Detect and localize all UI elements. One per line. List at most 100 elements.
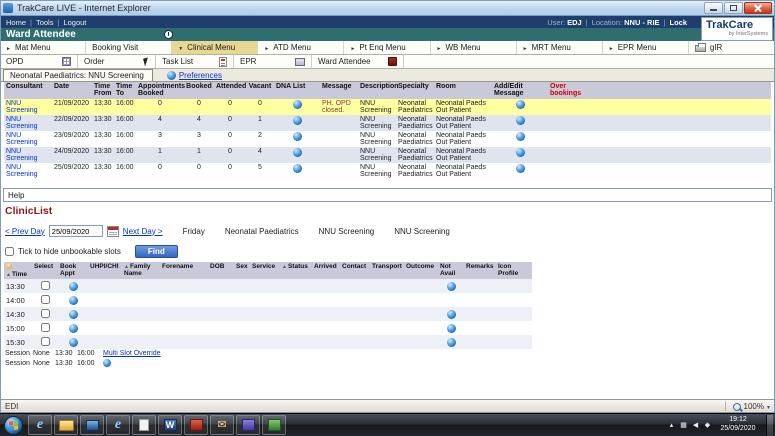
appointments-row[interactable]: NNU Screening 24/09/2020 13:30 16:00 1 1… — [4, 147, 771, 163]
not-avail-icon[interactable] — [447, 310, 456, 319]
col-family-name[interactable]: Family Name — [122, 262, 160, 279]
next-day-link[interactable]: Next Day > — [123, 227, 163, 236]
consultant-link[interactable]: NNU Screening — [6, 116, 38, 130]
book-appt-icon[interactable] — [69, 310, 78, 319]
dna-list-icon[interactable] — [293, 148, 302, 157]
show-desktop-button[interactable] — [766, 415, 773, 436]
menu-mrt[interactable]: MRT Menu — [517, 41, 603, 54]
menu-wb[interactable]: WB Menu — [431, 41, 517, 54]
book-appt-icon[interactable] — [69, 324, 78, 333]
help-panel[interactable]: Help — [3, 188, 772, 202]
menu-epr[interactable]: EPR Menu — [603, 41, 689, 54]
toolbar-opd[interactable]: OPD — [0, 55, 78, 68]
zoom-dropdown-caret-icon[interactable] — [767, 402, 770, 411]
add-edit-message-icon[interactable] — [516, 116, 525, 125]
dna-list-icon[interactable] — [293, 132, 302, 141]
menu-pt-enq[interactable]: Pt Enq Menu — [344, 41, 430, 54]
consultant-link[interactable]: NNU Screening — [6, 132, 38, 146]
slot-select-checkbox[interactable] — [41, 295, 50, 304]
menu-booking-visit[interactable]: Booking Visit — [86, 41, 172, 54]
preferences-link[interactable]: Preferences — [179, 71, 222, 80]
menu-mat[interactable]: Mat Menu — [0, 41, 86, 54]
col-transport[interactable]: Transport — [370, 262, 404, 279]
toolbar-order[interactable]: Order — [78, 55, 156, 68]
toolbar-ward-attendee[interactable]: Ward Attendee — [312, 55, 404, 68]
consultant-link[interactable]: NNU Screening — [6, 148, 38, 162]
col-attended[interactable]: Attended — [214, 82, 246, 99]
col-dna-list[interactable]: DNA List — [274, 82, 320, 99]
toolbar-task-list[interactable]: Task List — [156, 55, 234, 68]
add-edit-message-icon[interactable] — [516, 132, 525, 141]
preferences-info-icon[interactable] — [167, 71, 176, 80]
slot-select-checkbox[interactable] — [41, 337, 50, 346]
book-appt-icon[interactable] — [69, 338, 78, 347]
menu-clinical[interactable]: Clinical Menu — [172, 41, 258, 54]
slot-options-icon[interactable] — [6, 263, 12, 269]
minimize-button[interactable] — [704, 2, 723, 14]
add-edit-message-icon[interactable] — [516, 148, 525, 157]
col-service[interactable]: Service — [250, 262, 280, 279]
col-time-from[interactable]: Time From — [92, 82, 114, 99]
consultant-link[interactable]: NNU Screening — [6, 164, 38, 178]
green-app-icon[interactable] — [262, 415, 286, 435]
appointments-row[interactable]: NNU Screening 22/09/2020 13:30 16:00 4 4… — [4, 115, 771, 131]
col-not-avail[interactable]: Not Avail — [438, 262, 464, 279]
col-book-appt[interactable]: Book Appt — [58, 262, 88, 279]
col-arrived[interactable]: Arrived — [312, 262, 340, 279]
slot-row[interactable]: 14:00 — [4, 293, 532, 307]
col-uhpi-chi[interactable]: UHPI/CHI — [88, 262, 122, 279]
col-vacant[interactable]: Vacant — [246, 82, 274, 99]
dna-list-icon[interactable] — [293, 116, 302, 125]
consultant-link[interactable]: NNU Screening — [6, 100, 38, 114]
dna-list-icon[interactable] — [293, 164, 302, 173]
photo-app-icon[interactable] — [80, 415, 104, 435]
col-select[interactable]: Select — [32, 262, 58, 279]
col-icon-profile[interactable]: Icon Profile — [496, 262, 532, 279]
hidden-icons-chevron-icon[interactable]: ▴ — [666, 418, 677, 432]
toolbar-epr[interactable]: EPR — [234, 55, 312, 68]
zoom-icon[interactable] — [733, 403, 741, 411]
home-link[interactable]: Home — [6, 18, 26, 27]
calendar-icon[interactable] — [107, 226, 119, 237]
clock-icon[interactable] — [164, 30, 173, 39]
date-input[interactable] — [49, 225, 103, 237]
menu-atd[interactable]: ATD Menu — [258, 41, 344, 54]
add-edit-message-icon[interactable] — [516, 100, 525, 109]
col-message[interactable]: Message — [320, 82, 358, 99]
close-button[interactable] — [744, 2, 772, 14]
notepad-icon[interactable] — [132, 415, 156, 435]
appointments-row[interactable]: NNU Screening 25/09/2020 13:30 16:00 0 0… — [4, 163, 771, 179]
network-icon[interactable]: ▦ — [678, 418, 689, 432]
slot-select-checkbox[interactable] — [41, 281, 50, 290]
col-over-bookings[interactable]: Over bookings — [548, 82, 590, 99]
action-center-icon[interactable]: ◆ — [702, 418, 713, 432]
col-time[interactable]: Time — [4, 262, 32, 279]
slot-row[interactable]: 15:30 — [4, 335, 532, 349]
lock-link[interactable]: Lock — [669, 18, 687, 27]
tab-clinic[interactable]: Neonatal Paediatrics: NNU Screening — [3, 69, 153, 81]
slot-row[interactable]: 13:30 — [4, 279, 532, 293]
col-sex[interactable]: Sex — [234, 262, 250, 279]
multi-slot-override-link[interactable]: Multi Slot Override — [103, 350, 161, 357]
internet-explorer-icon[interactable]: e — [28, 415, 52, 435]
add-edit-message-icon[interactable] — [516, 164, 525, 173]
col-forename[interactable]: Forename — [160, 262, 208, 279]
slot-row[interactable]: 14:30 — [4, 307, 532, 321]
col-date[interactable]: Date — [52, 82, 92, 99]
col-time-to[interactable]: Time To — [114, 82, 136, 99]
slot-row[interactable]: 15:00 — [4, 321, 532, 335]
volume-icon[interactable]: ◀ — [690, 418, 701, 432]
tools-link[interactable]: Tools — [36, 18, 54, 27]
prev-day-link[interactable]: < Prev Day — [5, 227, 45, 236]
start-button[interactable] — [4, 416, 23, 435]
zoom-level[interactable]: 100% — [744, 402, 764, 411]
logout-link[interactable]: Logout — [63, 18, 86, 27]
red-app-icon[interactable] — [184, 415, 208, 435]
not-avail-icon[interactable] — [447, 338, 456, 347]
maximize-button[interactable] — [724, 2, 743, 14]
internet-explorer-icon-2[interactable]: e — [106, 415, 130, 435]
col-remarks[interactable]: Remarks — [464, 262, 496, 279]
col-consultant[interactable]: Consultant — [4, 82, 52, 99]
slot-select-checkbox[interactable] — [41, 323, 50, 332]
menu-gir[interactable]: gIR — [689, 41, 775, 54]
